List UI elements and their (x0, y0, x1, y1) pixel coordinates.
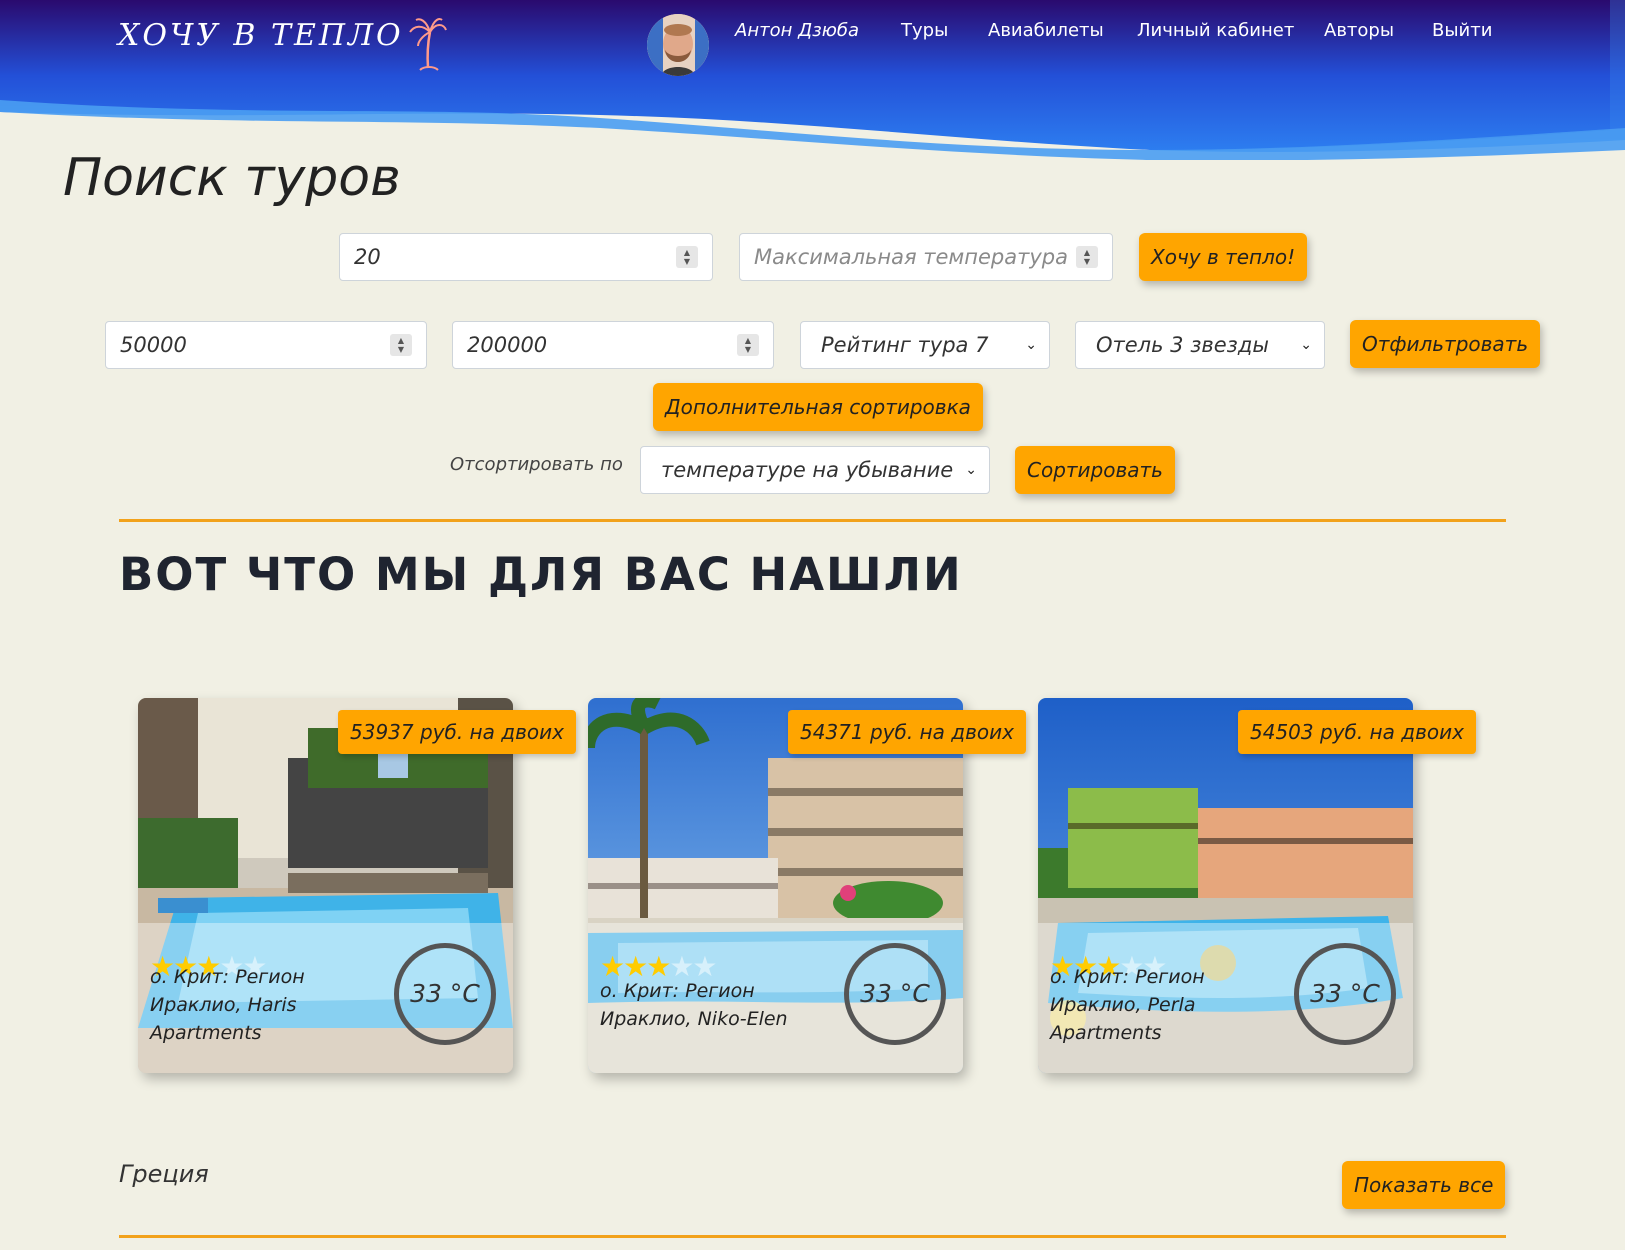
chevron-down-icon: ⌄ (1300, 337, 1312, 353)
tour-card[interactable]: ★★★★★ о. Крит: Регион Ираклио, Niko-Elen… (588, 698, 963, 1073)
nav-authors-link[interactable]: Авторы (1324, 20, 1394, 41)
nav-tours-link[interactable]: Туры (901, 20, 948, 41)
filter-button[interactable]: Отфильтровать (1350, 320, 1541, 368)
temperature-badge: 33 °C (1294, 943, 1396, 1045)
temperature-badge: 33 °C (844, 943, 946, 1045)
chevron-down-icon: ⌄ (1025, 337, 1037, 353)
tour-price-badge: 53937 руб. на двоих (338, 710, 576, 754)
chevron-down-icon: ⌄ (965, 462, 977, 478)
extra-sort-button[interactable]: Дополнительная сортировка (653, 383, 983, 431)
nav-logout-link[interactable]: Выйти (1432, 20, 1492, 41)
site-header: ХОЧУ В ТЕПЛО Антон Дзюба Туры Авиабилеты… (0, 0, 1625, 160)
nav-user-name[interactable]: Антон Дзюба (735, 20, 859, 41)
results-heading: ВОТ ЧТО МЫ ДЛЯ ВАС НАШЛИ (119, 548, 963, 601)
sort-order-select[interactable]: температуре на убывание ⌄ (640, 446, 990, 494)
min-temperature-input[interactable]: 20 ▲ ▼ (339, 233, 713, 281)
divider (119, 1235, 1506, 1238)
max-temperature-input[interactable]: Максимальная температура ▲ ▼ (739, 233, 1113, 281)
number-spinner-icon[interactable]: ▲ ▼ (1076, 246, 1098, 268)
divider (119, 519, 1506, 522)
sort-label: Отсортировать по (450, 454, 623, 475)
price-min-input[interactable]: 50000 ▲ ▼ (105, 321, 427, 369)
temperature-badge: 33 °C (394, 943, 496, 1045)
warm-search-button[interactable]: Хочу в тепло! (1139, 233, 1308, 281)
nav-account-link[interactable]: Личный кабинет (1137, 20, 1294, 41)
user-avatar[interactable] (647, 14, 709, 76)
tour-card[interactable]: ★★★★★ о. Крит: Регион Ираклио, Haris Apa… (138, 698, 513, 1073)
number-spinner-icon[interactable]: ▲ ▼ (737, 334, 759, 356)
show-all-button[interactable]: Показать все (1342, 1161, 1506, 1209)
price-max-input[interactable]: 200000 ▲ ▼ (452, 321, 774, 369)
tour-card[interactable]: ★★★★★ о. Крит: Регион Ираклио, Perla Apa… (1038, 698, 1413, 1073)
hotel-name: о. Крит: Регион Ираклио, Haris Apartment… (150, 966, 305, 1044)
tour-price-badge: 54503 руб. на двоих (1238, 710, 1476, 754)
page-title: Поиск туров (63, 148, 401, 208)
hotel-name: о. Крит: Регион Ираклио, Perla Apartment… (1050, 966, 1205, 1044)
number-spinner-icon[interactable]: ▲ ▼ (676, 246, 698, 268)
hotel-stars-select[interactable]: Отель 3 звезды ⌄ (1075, 321, 1325, 369)
number-spinner-icon[interactable]: ▲ ▼ (390, 334, 412, 356)
nav-flights-link[interactable]: Авиабилеты (988, 20, 1104, 41)
sort-button[interactable]: Сортировать (1015, 446, 1175, 494)
tour-price-badge: 54371 руб. на двоих (788, 710, 1026, 754)
country-name: Греция (119, 1160, 209, 1188)
tour-rating-select[interactable]: Рейтинг тура 7 ⌄ (800, 321, 1050, 369)
palm-tree-icon (409, 18, 447, 71)
hotel-name: о. Крит: Регион Ираклио, Niko-Elen (600, 980, 788, 1030)
site-logo-text[interactable]: ХОЧУ В ТЕПЛО (118, 18, 404, 53)
